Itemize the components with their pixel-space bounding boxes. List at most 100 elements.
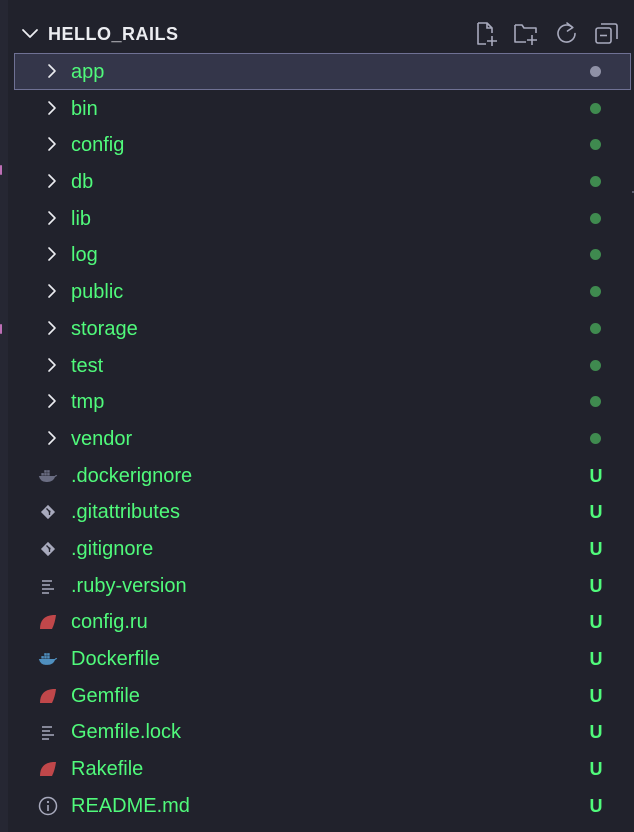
git-untracked-badge: U: [589, 795, 603, 816]
git-status-dot-added: [590, 249, 601, 261]
explorer-actions: [473, 20, 620, 47]
git-status-dot-added: [590, 432, 601, 444]
file-name: Gemfile.lock: [71, 721, 182, 744]
git-icon: [40, 541, 56, 557]
chevron-right-icon[interactable]: [44, 393, 60, 409]
folder-name: vendor: [71, 427, 133, 450]
folder-name: app: [71, 61, 105, 83]
chevron-right-icon[interactable]: [44, 283, 60, 299]
new-file-icon: [477, 22, 497, 46]
file-tree: app bin config db lib log public storage…: [14, 53, 631, 823]
ruby-icon: [38, 759, 58, 779]
file-name: .dockerignore: [71, 464, 193, 487]
text-file-icon: [38, 576, 58, 596]
file-name: Rakefile: [71, 758, 144, 781]
chevron-right-icon[interactable]: [44, 246, 60, 262]
docker-icon: [38, 466, 58, 486]
refresh-button[interactable]: [553, 20, 580, 47]
folder-name: tmp: [71, 391, 105, 414]
chevron-right-icon[interactable]: [44, 100, 60, 116]
collapse-all-button[interactable]: [593, 20, 620, 47]
git-icon: [38, 502, 58, 522]
git-status-dot-added: [590, 139, 601, 151]
git-untracked-badge: U: [589, 759, 603, 780]
file-name: config.ru: [71, 611, 148, 634]
gutter-marker: [0, 324, 2, 334]
git-untracked-badge: U: [589, 612, 603, 633]
chevron-right-icon[interactable]: [44, 136, 60, 152]
chevron-right-icon[interactable]: [44, 320, 60, 336]
docker-icon: [38, 469, 58, 482]
file-name: README.md: [71, 794, 190, 817]
new-file-button[interactable]: [473, 20, 500, 47]
git-status-dot-neutral: [590, 66, 601, 77]
gutter-marker: [0, 165, 2, 175]
folder-row-log[interactable]: log: [14, 236, 631, 273]
git-status-dot-added: [590, 176, 601, 188]
file-row-.gitignore[interactable]: .gitignore U: [14, 530, 631, 567]
file-row-Dockerfile[interactable]: Dockerfile U: [14, 640, 631, 677]
git-untracked-badge: U: [589, 685, 603, 706]
ruby-icon: [40, 688, 56, 703]
folder-row-storage[interactable]: storage: [14, 310, 631, 347]
git-icon: [38, 539, 58, 559]
file-name: Gemfile: [71, 684, 140, 707]
folder-name: lib: [71, 207, 92, 230]
file-row-config.ru[interactable]: config.ru U: [14, 603, 631, 640]
folder-row-public[interactable]: public: [14, 273, 631, 310]
file-row-Rakefile[interactable]: Rakefile U: [14, 750, 631, 787]
explorer-section-header[interactable]: HELLO_RAILS: [14, 14, 634, 54]
file-row-.gitattributes[interactable]: .gitattributes U: [14, 493, 631, 530]
folder-name: bin: [71, 97, 98, 120]
text-file-icon: [42, 579, 54, 594]
file-row-README.md[interactable]: README.md U: [14, 787, 631, 824]
text-file-icon: [42, 726, 54, 741]
ruby-icon: [40, 762, 56, 777]
folder-row-test[interactable]: test: [14, 347, 631, 384]
file-name: .gitattributes: [71, 501, 180, 524]
file-row-Gemfile[interactable]: Gemfile U: [14, 677, 631, 714]
project-title: HELLO_RAILS: [48, 24, 179, 44]
new-folder-icon: [514, 24, 537, 45]
new-folder-button[interactable]: [513, 20, 540, 47]
git-icon: [40, 505, 56, 520]
chevron-right-icon[interactable]: [44, 173, 60, 189]
folder-name: storage: [71, 317, 138, 340]
folder-row-vendor[interactable]: vendor: [14, 420, 631, 457]
folder-row-tmp[interactable]: tmp: [14, 383, 631, 420]
chevron-right-icon[interactable]: [44, 357, 60, 373]
git-status-dot-added: [590, 212, 601, 224]
git-status-dot-added: [590, 359, 601, 371]
folder-name: db: [71, 171, 94, 194]
refresh-icon: [557, 22, 576, 43]
info-icon: [38, 796, 58, 815]
file-row-.ruby-version[interactable]: .ruby-version U: [14, 567, 631, 604]
file-row-Gemfile.lock[interactable]: Gemfile.lock U: [14, 713, 631, 750]
git-untracked-badge: U: [589, 538, 603, 559]
text-file-icon: [38, 722, 58, 742]
git-status-dot-added: [590, 322, 601, 334]
chevron-down-icon[interactable]: [20, 24, 40, 44]
left-activity-strip: [0, 0, 8, 832]
folder-row-bin[interactable]: bin: [14, 90, 631, 127]
file-row-.dockerignore[interactable]: .dockerignore U: [14, 457, 631, 494]
info-icon: [38, 796, 58, 816]
folder-name: config: [71, 134, 125, 157]
folder-row-config[interactable]: config: [14, 126, 631, 163]
chevron-right-icon[interactable]: [44, 430, 60, 446]
file-name: .gitignore: [71, 537, 154, 560]
git-untracked-badge: U: [589, 722, 603, 743]
git-untracked-badge: U: [589, 575, 603, 596]
git-status-dot-added: [590, 396, 601, 408]
chevron-right-icon[interactable]: [44, 63, 60, 79]
folder-row-db[interactable]: db: [14, 163, 631, 200]
folder-name: test: [71, 354, 104, 377]
folder-row-lib[interactable]: lib: [14, 200, 631, 237]
folder-row-app[interactable]: app: [14, 53, 631, 90]
chevron-right-icon[interactable]: [44, 210, 60, 226]
git-untracked-badge: U: [589, 649, 603, 669]
ruby-icon: [38, 686, 58, 706]
docker-icon: [38, 649, 58, 669]
git-untracked-badge: U: [589, 465, 603, 486]
file-name: Dockerfile: [71, 648, 160, 670]
